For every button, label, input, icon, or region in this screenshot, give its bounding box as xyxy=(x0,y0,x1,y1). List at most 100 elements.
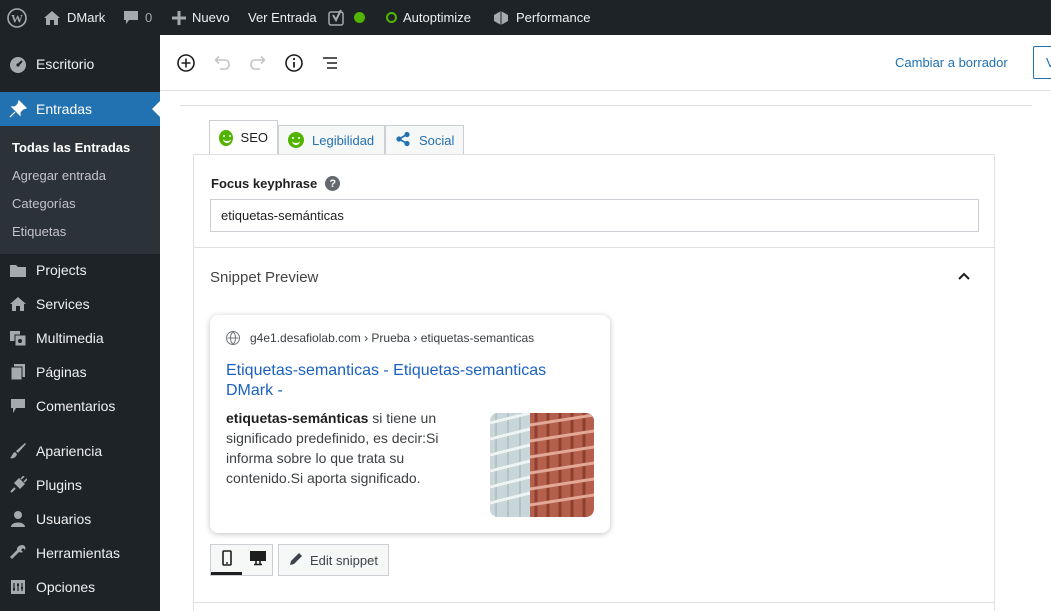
autoptimize-label: Autoptimize xyxy=(403,10,471,25)
sidebar-item-label: Opciones xyxy=(36,579,96,595)
comment-icon xyxy=(123,10,139,25)
sidebar-item-label: Escritorio xyxy=(36,56,95,72)
desktop-icon xyxy=(249,550,267,571)
performance-label: Performance xyxy=(516,10,591,25)
brush-icon xyxy=(0,442,36,460)
performance-menu[interactable]: Performance xyxy=(492,0,590,35)
serp-description: etiquetas-semánticas si tiene un signifi… xyxy=(226,408,466,488)
undo-icon[interactable] xyxy=(211,52,233,74)
sidebar-item-entradas[interactable]: Entradas xyxy=(0,92,160,126)
pencil-icon xyxy=(289,552,303,569)
snippet-preview-title: Snippet Preview xyxy=(210,269,319,286)
smiley-good-icon xyxy=(219,129,233,146)
admin-sidebar: Escritorio Entradas Todas las Entradas A… xyxy=(0,35,160,611)
edit-snippet-button[interactable]: Edit snippet xyxy=(278,544,389,576)
folder-icon xyxy=(0,262,36,278)
serp-keyword: etiquetas-semánticas xyxy=(226,410,369,426)
submenu-item-all-posts[interactable]: Todas las Entradas xyxy=(12,140,130,155)
admin-bar: W DMark 0 Nuevo Ver Entrada Autoptimize xyxy=(0,0,1051,35)
autoptimize-status-icon xyxy=(386,12,397,23)
divider xyxy=(194,602,994,603)
yoast-menu[interactable] xyxy=(328,0,365,35)
sidebar-item-opciones[interactable]: Opciones xyxy=(0,570,160,604)
serp-thumbnail-image xyxy=(490,413,594,517)
pages-icon xyxy=(0,363,36,381)
mobile-preview-button[interactable] xyxy=(211,545,242,575)
info-icon[interactable] xyxy=(283,52,305,74)
sidebar-item-projects[interactable]: Projects xyxy=(0,253,160,287)
submenu-item-tags[interactable]: Etiquetas xyxy=(12,224,66,239)
wrench-icon xyxy=(0,544,36,562)
sidebar-item-label: Apariencia xyxy=(36,443,103,459)
focus-keyphrase-text: Focus keyphrase xyxy=(211,176,318,191)
plus-icon xyxy=(172,10,186,25)
smiley-good-icon xyxy=(288,132,304,148)
mobile-icon xyxy=(221,549,232,571)
dashboard-icon xyxy=(0,55,36,73)
focus-keyphrase-label: Focus keyphrase ? xyxy=(211,176,341,191)
seo-status-dot xyxy=(354,12,365,23)
comment-icon xyxy=(0,398,36,414)
plug-icon xyxy=(0,476,36,494)
edit-snippet-label: Edit snippet xyxy=(310,552,378,568)
preview-button[interactable]: V xyxy=(1033,46,1051,79)
sidebar-item-label: Páginas xyxy=(36,364,87,380)
desktop-preview-button[interactable] xyxy=(242,545,273,575)
editor-toolbar: Cambiar a borrador V xyxy=(160,35,1051,91)
home-icon xyxy=(0,296,36,312)
tab-legibilidad[interactable]: Legibilidad xyxy=(278,125,385,155)
submenu-item-add-post[interactable]: Agregar entrada xyxy=(12,168,106,183)
tab-seo[interactable]: SEO xyxy=(209,120,278,155)
share-icon xyxy=(395,131,411,150)
redo-icon[interactable] xyxy=(247,52,269,74)
tab-label: Legibilidad xyxy=(312,132,375,148)
svg-text:W: W xyxy=(11,11,23,25)
sidebar-item-apariencia[interactable]: Apariencia xyxy=(0,434,160,468)
switch-to-draft-button[interactable]: Cambiar a borrador xyxy=(895,55,1008,70)
chevron-up-icon[interactable] xyxy=(957,268,971,286)
preview-label: V xyxy=(1046,55,1051,70)
site-name-link[interactable]: DMark xyxy=(43,0,105,35)
active-mode-indicator xyxy=(211,572,242,575)
sidebar-submenu: Todas las Entradas Agregar entrada Categ… xyxy=(0,126,160,254)
list-view-icon[interactable] xyxy=(319,52,341,74)
tab-label: Social xyxy=(419,132,455,148)
sidebar-item-label: Multimedia xyxy=(36,330,104,346)
sidebar-item-plugins[interactable]: Plugins xyxy=(0,468,160,502)
focus-keyphrase-input[interactable] xyxy=(210,199,979,232)
sidebar-item-label: Entradas xyxy=(36,101,93,117)
new-content-link[interactable]: Nuevo xyxy=(172,0,230,35)
help-icon[interactable]: ? xyxy=(325,176,341,191)
sidebar-item-comentarios[interactable]: Comentarios xyxy=(0,389,160,423)
active-indicator xyxy=(152,101,160,117)
tab-social[interactable]: Social xyxy=(385,125,464,155)
sidebar-item-usuarios[interactable]: Usuarios xyxy=(0,502,160,536)
submenu-item-categories[interactable]: Categorías xyxy=(12,196,76,211)
pin-icon xyxy=(0,100,36,118)
settings-icon xyxy=(0,579,36,595)
preview-mode-toggle xyxy=(210,544,273,576)
serp-breadcrumb: g4e1.desafiolab.com › Prueba › etiquetas… xyxy=(250,331,535,345)
yoast-seo-metabox: SEO Legibilidad Social Focus keyphrase ?… xyxy=(180,105,1032,611)
autoptimize-menu[interactable]: Autoptimize xyxy=(386,0,471,35)
site-name: DMark xyxy=(67,10,106,25)
comments-link[interactable]: 0 xyxy=(123,0,152,35)
yoast-icon xyxy=(328,9,348,27)
serp-url: g4e1.desafiolab.com › Prueba › etiquetas… xyxy=(226,331,534,345)
add-block-icon[interactable] xyxy=(175,52,197,74)
sidebar-item-label: Herramientas xyxy=(36,545,121,561)
sidebar-item-services[interactable]: Services xyxy=(0,287,160,321)
view-post-label: Ver Entrada xyxy=(248,10,317,25)
sidebar-item-label: Plugins xyxy=(36,477,82,493)
sidebar-item-herramientas[interactable]: Herramientas xyxy=(0,536,160,570)
user-icon xyxy=(0,510,36,528)
home-icon xyxy=(43,10,61,26)
sidebar-item-paginas[interactable]: Páginas xyxy=(0,355,160,389)
sidebar-item-escritorio[interactable]: Escritorio xyxy=(0,47,160,81)
tab-label: SEO xyxy=(240,130,268,145)
view-post-link[interactable]: Ver Entrada xyxy=(248,0,317,35)
new-label: Nuevo xyxy=(192,10,230,25)
sidebar-item-multimedia[interactable]: Multimedia xyxy=(0,321,160,355)
wordpress-logo-icon[interactable]: W xyxy=(7,0,27,35)
sidebar-item-label: Services xyxy=(36,296,90,312)
